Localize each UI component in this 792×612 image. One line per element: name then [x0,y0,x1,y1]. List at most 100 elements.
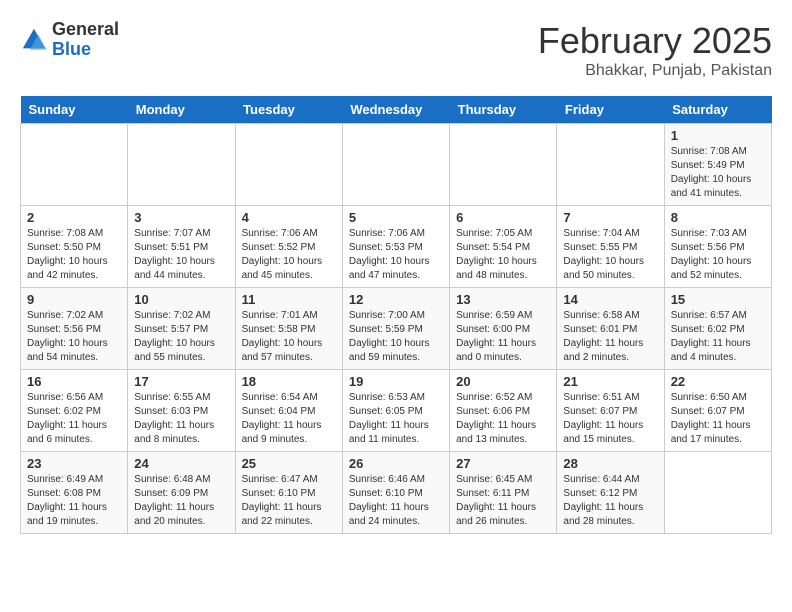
calendar-cell: 22 Sunrise: 6:50 AM Sunset: 6:07 PM Dayli… [664,370,771,452]
weekday-header-monday: Monday [128,96,235,124]
calendar-cell: 24 Sunrise: 6:48 AM Sunset: 6:09 PM Dayli… [128,452,235,534]
calendar-week-5: 23 Sunrise: 6:49 AM Sunset: 6:08 PM Dayli… [21,452,772,534]
calendar-cell: 25 Sunrise: 6:47 AM Sunset: 6:10 PM Dayli… [235,452,342,534]
calendar-cell: 15 Sunrise: 6:57 AM Sunset: 6:02 PM Dayli… [664,288,771,370]
day-number: 11 [242,292,336,307]
calendar-cell: 6Sunrise: 7:05 AM Sunset: 5:54 PM Daylig… [450,206,557,288]
calendar-cell: 14Sunrise: 6:58 AM Sunset: 6:01 PM Dayli… [557,288,664,370]
calendar-cell: 26Sunrise: 6:46 AM Sunset: 6:10 PM Dayli… [342,452,449,534]
cell-info: Sunrise: 6:53 AM Sunset: 6:05 PM Dayligh… [349,391,443,447]
calendar: SundayMondayTuesdayWednesdayThursdayFrid… [20,96,772,534]
cell-info: Sunrise: 6:56 AM Sunset: 6:02 PM Dayligh… [27,391,121,447]
cell-info: Sunrise: 6:45 AM Sunset: 6:11 PM Dayligh… [456,473,550,529]
cell-info: Sunrise: 6:44 AM Sunset: 6:12 PM Dayligh… [563,473,657,529]
day-number: 20 [456,374,550,389]
cell-info: Sunrise: 7:05 AM Sunset: 5:54 PM Dayligh… [456,227,550,283]
calendar-cell [128,124,235,206]
cell-info: Sunrise: 7:03 AM Sunset: 5:56 PM Dayligh… [671,227,765,283]
cell-info: Sunrise: 7:02 AM Sunset: 5:57 PM Dayligh… [134,309,228,365]
logo: General Blue [20,20,119,60]
day-number: 21 [563,374,657,389]
calendar-cell: 19 Sunrise: 6:53 AM Sunset: 6:05 PM Dayli… [342,370,449,452]
page-header: General Blue February 2025 Bhakkar, Punj… [20,20,772,80]
calendar-week-2: 2 Sunrise: 7:08 AM Sunset: 5:50 PM Daylig… [21,206,772,288]
cell-info: Sunrise: 6:55 AM Sunset: 6:03 PM Dayligh… [134,391,228,447]
calendar-cell: 7 Sunrise: 7:04 AM Sunset: 5:55 PM Daylig… [557,206,664,288]
cell-info: Sunrise: 6:59 AM Sunset: 6:00 PM Dayligh… [456,309,550,365]
calendar-week-3: 9 Sunrise: 7:02 AM Sunset: 5:56 PM Daylig… [21,288,772,370]
weekday-header-sunday: Sunday [21,96,128,124]
calendar-cell: 16 Sunrise: 6:56 AM Sunset: 6:02 PM Dayli… [21,370,128,452]
cell-info: Sunrise: 6:52 AM Sunset: 6:06 PM Dayligh… [456,391,550,447]
calendar-cell: 4 Sunrise: 7:06 AM Sunset: 5:52 PM Daylig… [235,206,342,288]
calendar-cell: 28 Sunrise: 6:44 AM Sunset: 6:12 PM Dayli… [557,452,664,534]
weekday-header-wednesday: Wednesday [342,96,449,124]
day-number: 19 [349,374,443,389]
calendar-cell: 1 Sunrise: 7:08 AM Sunset: 5:49 PM Daylig… [664,124,771,206]
weekday-header-saturday: Saturday [664,96,771,124]
calendar-week-1: 1 Sunrise: 7:08 AM Sunset: 5:49 PM Daylig… [21,124,772,206]
logo-blue: Blue [52,39,91,59]
calendar-cell: 3Sunrise: 7:07 AM Sunset: 5:51 PM Daylig… [128,206,235,288]
day-number: 14 [563,292,657,307]
calendar-cell: 11 Sunrise: 7:01 AM Sunset: 5:58 PM Dayli… [235,288,342,370]
calendar-cell: 8 Sunrise: 7:03 AM Sunset: 5:56 PM Daylig… [664,206,771,288]
day-number: 24 [134,456,228,471]
cell-info: Sunrise: 6:57 AM Sunset: 6:02 PM Dayligh… [671,309,765,365]
day-number: 18 [242,374,336,389]
day-number: 15 [671,292,765,307]
day-number: 9 [27,292,121,307]
cell-info: Sunrise: 7:01 AM Sunset: 5:58 PM Dayligh… [242,309,336,365]
calendar-cell: 5Sunrise: 7:06 AM Sunset: 5:53 PM Daylig… [342,206,449,288]
calendar-cell [21,124,128,206]
cell-info: Sunrise: 6:51 AM Sunset: 6:07 PM Dayligh… [563,391,657,447]
day-number: 8 [671,210,765,225]
calendar-week-4: 16 Sunrise: 6:56 AM Sunset: 6:02 PM Dayli… [21,370,772,452]
day-number: 25 [242,456,336,471]
logo-general: General [52,19,119,39]
day-number: 17 [134,374,228,389]
day-number: 7 [563,210,657,225]
calendar-cell [557,124,664,206]
cell-info: Sunrise: 7:08 AM Sunset: 5:50 PM Dayligh… [27,227,121,283]
cell-info: Sunrise: 7:02 AM Sunset: 5:56 PM Dayligh… [27,309,121,365]
cell-info: Sunrise: 7:08 AM Sunset: 5:49 PM Dayligh… [671,145,765,201]
day-number: 26 [349,456,443,471]
logo-text: General Blue [52,20,119,60]
day-number: 12 [349,292,443,307]
cell-info: Sunrise: 7:07 AM Sunset: 5:51 PM Dayligh… [134,227,228,283]
calendar-cell: 13 Sunrise: 6:59 AM Sunset: 6:00 PM Dayli… [450,288,557,370]
calendar-cell [235,124,342,206]
cell-info: Sunrise: 6:48 AM Sunset: 6:09 PM Dayligh… [134,473,228,529]
day-number: 16 [27,374,121,389]
cell-info: Sunrise: 7:04 AM Sunset: 5:55 PM Dayligh… [563,227,657,283]
day-number: 10 [134,292,228,307]
weekday-header-thursday: Thursday [450,96,557,124]
calendar-cell [450,124,557,206]
day-number: 27 [456,456,550,471]
calendar-cell: 21 Sunrise: 6:51 AM Sunset: 6:07 PM Dayli… [557,370,664,452]
calendar-cell: 20 Sunrise: 6:52 AM Sunset: 6:06 PM Dayli… [450,370,557,452]
calendar-cell: 23 Sunrise: 6:49 AM Sunset: 6:08 PM Dayli… [21,452,128,534]
weekday-header-row: SundayMondayTuesdayWednesdayThursdayFrid… [21,96,772,124]
cell-info: Sunrise: 6:49 AM Sunset: 6:08 PM Dayligh… [27,473,121,529]
cell-info: Sunrise: 6:50 AM Sunset: 6:07 PM Dayligh… [671,391,765,447]
calendar-cell: 10 Sunrise: 7:02 AM Sunset: 5:57 PM Dayli… [128,288,235,370]
cell-info: Sunrise: 7:00 AM Sunset: 5:59 PM Dayligh… [349,309,443,365]
location: Bhakkar, Punjab, Pakistan [538,62,772,80]
cell-info: Sunrise: 6:47 AM Sunset: 6:10 PM Dayligh… [242,473,336,529]
calendar-cell: 18Sunrise: 6:54 AM Sunset: 6:04 PM Dayli… [235,370,342,452]
day-number: 13 [456,292,550,307]
day-number: 1 [671,128,765,143]
day-number: 4 [242,210,336,225]
calendar-cell: 17 Sunrise: 6:55 AM Sunset: 6:03 PM Dayli… [128,370,235,452]
calendar-cell [664,452,771,534]
day-number: 2 [27,210,121,225]
cell-info: Sunrise: 7:06 AM Sunset: 5:52 PM Dayligh… [242,227,336,283]
weekday-header-tuesday: Tuesday [235,96,342,124]
day-number: 22 [671,374,765,389]
calendar-cell: 12 Sunrise: 7:00 AM Sunset: 5:59 PM Dayli… [342,288,449,370]
day-number: 23 [27,456,121,471]
calendar-cell: 9 Sunrise: 7:02 AM Sunset: 5:56 PM Daylig… [21,288,128,370]
day-number: 28 [563,456,657,471]
